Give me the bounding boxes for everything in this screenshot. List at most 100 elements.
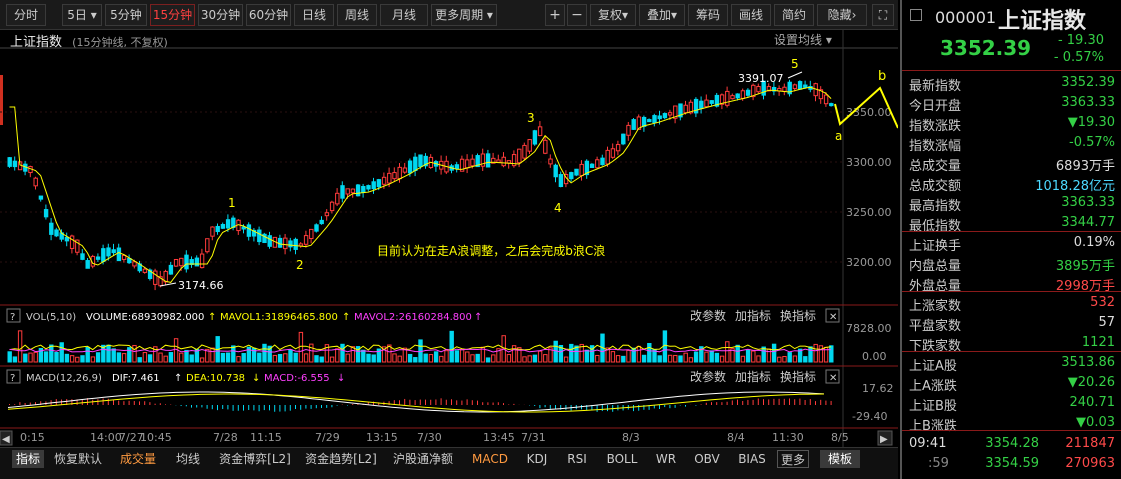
up-arrow-icon: ↑ (174, 373, 182, 384)
candle-body (413, 156, 418, 171)
divider (902, 231, 1121, 232)
volume-bar (314, 355, 319, 363)
candle-body (85, 260, 90, 269)
candle-body (225, 219, 231, 229)
tab-rsi[interactable]: RSI (562, 450, 592, 468)
volume-bar (433, 351, 439, 363)
volume-bar (771, 343, 777, 363)
tab-fund-game[interactable]: 资金博弈[L2] (217, 450, 293, 468)
volume-bar (714, 352, 720, 363)
volume-bar (688, 357, 694, 363)
candle-body (132, 261, 137, 267)
macd-switch-indicator-button[interactable]: 换指标 (780, 369, 816, 384)
macd-add-indicator-button[interactable]: 加指标 (735, 369, 771, 384)
tab-template[interactable]: 模板 (820, 450, 860, 468)
candle-body (605, 149, 610, 165)
volume-switch-indicator-button[interactable]: 换指标 (780, 308, 816, 323)
tab-wr[interactable]: WR (652, 450, 680, 468)
wave-annotation: 目前认为在走A浪调整，之后会完成b浪C浪 (377, 243, 605, 258)
index-change-pct: - 0.57% (1053, 50, 1104, 65)
volume-bar (537, 350, 543, 363)
volume-bar (745, 349, 751, 363)
volume-bar (85, 346, 90, 363)
tick-time: :59 (928, 456, 949, 471)
volume-param-button[interactable]: 改参数 (690, 308, 726, 323)
volume-bar (584, 349, 590, 363)
volume-bar (33, 351, 38, 363)
candle-body (283, 237, 288, 250)
tab-northbound[interactable]: 沪股通净额 (390, 450, 456, 468)
quote-value: -0.57% (1069, 135, 1115, 150)
time-label: 8/3 (622, 431, 640, 444)
tab-boll[interactable]: BOLL (603, 450, 641, 468)
quote-row: 最低指数 3344.77 (902, 212, 1121, 234)
candle-body (667, 112, 673, 116)
volume-bar (673, 354, 678, 363)
candle-body (106, 247, 111, 257)
candle-body (600, 157, 605, 166)
down-arrow-icon: ↓ (337, 373, 345, 384)
candle-body (267, 235, 272, 247)
candle-body (662, 113, 668, 119)
tab-macd[interactable]: MACD (468, 450, 512, 468)
panel-toggle-icon[interactable] (910, 9, 922, 21)
tab-ma[interactable]: 均线 (172, 450, 204, 468)
tab-more[interactable]: 更多 (777, 450, 809, 468)
volume-bar (621, 355, 626, 363)
volume-bar (506, 354, 512, 363)
price-grid (0, 111, 843, 263)
quote-value: 240.71 (1069, 395, 1116, 410)
volume-bar (262, 343, 267, 363)
candle-body (340, 185, 345, 199)
volume-bar (641, 354, 647, 363)
candle-body (402, 167, 408, 173)
tab-indicator[interactable]: 指标 (12, 450, 44, 468)
tab-obv[interactable]: OBV (690, 450, 724, 468)
candle-body (376, 179, 382, 188)
candle-body (366, 185, 371, 190)
candle-body (730, 95, 735, 100)
volume-bar (751, 350, 756, 363)
macd-param-button[interactable]: 改参数 (690, 369, 726, 384)
volume-bar (69, 355, 75, 363)
volume-bar (132, 344, 137, 363)
volume-bar (459, 348, 465, 363)
candle-body (631, 119, 636, 130)
tick-time: 09:41 (909, 436, 947, 451)
macd-dif-value: DIF:7.461 (112, 373, 160, 384)
volume-bar (350, 346, 356, 363)
volume-bar (397, 355, 402, 363)
candle-body (205, 238, 210, 253)
quote-value: ▼19.30 (1067, 115, 1115, 130)
tick-volume: 270963 (1065, 456, 1115, 471)
tick-price: 3354.28 (985, 436, 1039, 451)
volume-bar (43, 351, 49, 363)
tab-restore-default[interactable]: 恢复默认 (52, 450, 104, 468)
volume-bar (428, 354, 434, 363)
tab-bias[interactable]: BIAS (734, 450, 770, 468)
candle-body (782, 86, 787, 92)
volume-bar (179, 352, 184, 363)
quote-row: 总成交量 6893万手 (902, 152, 1121, 174)
candle-body (246, 224, 252, 237)
candle-body (319, 219, 324, 225)
tab-volume[interactable]: 成交量 (117, 450, 159, 468)
index-name: 上证指数 (998, 9, 1087, 34)
candle-body (626, 124, 631, 136)
candle-body (241, 226, 246, 230)
candle-body (54, 229, 59, 237)
candle-body (277, 237, 283, 248)
candle-body (569, 172, 574, 180)
quote-row: 上证A股 3513.86 (902, 352, 1121, 374)
volume-bar (220, 352, 226, 363)
tab-fund-trend[interactable]: 资金趋势[L2] (303, 450, 379, 468)
candle-body (465, 159, 470, 169)
dif-line (7, 391, 825, 413)
volume-add-indicator-button[interactable]: 加指标 (735, 308, 771, 323)
tab-kdj[interactable]: KDJ (522, 450, 552, 468)
volume-bar (283, 353, 288, 363)
quote-row: 今日开盘 3363.33 (902, 92, 1121, 114)
up-arrow-icon: ↑ (474, 312, 482, 323)
candle-body (589, 163, 595, 168)
mavol2-value: MAVOL2:26160284.800 (354, 312, 472, 323)
